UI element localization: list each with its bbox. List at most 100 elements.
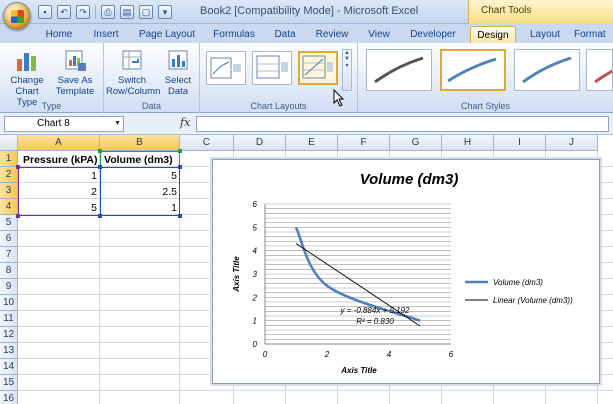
tab-page-layout[interactable]: Page Layout [134, 26, 200, 43]
tab-home[interactable]: Home [40, 26, 78, 43]
trendline-equation: y = -0.884x + 5.192 [340, 306, 410, 315]
insert-function-icon[interactable]: fx [180, 116, 190, 129]
row-header-6[interactable]: 6 [0, 231, 18, 247]
group-type-label: Type [41, 101, 62, 111]
column-header-f[interactable]: F [338, 135, 390, 151]
series-name-range [100, 151, 180, 168]
column-header-a[interactable]: A [18, 135, 100, 151]
column-header-e[interactable]: E [286, 135, 338, 151]
print-icon[interactable]: ⎙ [101, 5, 115, 19]
chart-style-4[interactable] [586, 49, 613, 91]
tab-review[interactable]: Review [310, 26, 354, 43]
group-data-label: Data [141, 101, 161, 111]
row-header-16[interactable]: 16 [0, 391, 18, 404]
chart-title: Volume (dm3) [360, 171, 459, 188]
select-all-corner[interactable] [0, 135, 18, 151]
chart-style-1[interactable] [366, 49, 432, 91]
switch-row-column-label: Switch Row/Column [106, 75, 161, 97]
x-tick-label: 4 [387, 350, 392, 359]
chart-layout-2[interactable] [252, 51, 292, 85]
name-box-dropdown-icon[interactable]: ▼ [114, 120, 121, 127]
ribbon-tabs: Home Insert Page Layout Formulas Data Re… [0, 24, 613, 43]
x-tick-label: 2 [324, 350, 330, 359]
tab-developer[interactable]: Developer [404, 26, 462, 43]
chart-style-3[interactable] [514, 49, 580, 91]
worksheet-grid[interactable]: ABCDEFGHIJ 1 2 3 4 5 6 7 8 9 10 11 12 13 14 15 16 Press… [0, 135, 613, 404]
group-data: Switch Row/Column Select Data Data [104, 43, 200, 113]
chart-svg: 0 1 2 3 4 5 6 0 2 4 6 Volume (dm3) Axis Title Axis Ti… [232, 171, 573, 375]
range-handle[interactable] [178, 214, 182, 218]
column-header-d[interactable]: D [234, 135, 286, 151]
new-document-icon[interactable]: ▢ [139, 5, 153, 19]
formula-input[interactable] [196, 116, 609, 132]
row-header-9[interactable]: 9 [0, 279, 18, 295]
y-tick-label: 4 [253, 247, 258, 256]
column-header-b[interactable]: B [100, 135, 180, 151]
office-button[interactable] [3, 2, 31, 30]
chart-tools-context-label: Chart Tools [468, 0, 613, 24]
name-box[interactable]: Chart 8 [4, 116, 124, 132]
row-header-2[interactable]: 2 [0, 167, 18, 183]
range-handle[interactable] [16, 214, 20, 218]
embedded-chart[interactable]: 0 1 2 3 4 5 6 0 2 4 6 Volume (dm3) Axis Title Axis Ti… [212, 159, 600, 384]
range-handle[interactable] [98, 214, 102, 218]
range-handle[interactable] [178, 149, 182, 153]
row-header-12[interactable]: 12 [0, 327, 18, 343]
change-chart-type-button[interactable]: Change Chart Type [4, 47, 50, 108]
undo-icon[interactable]: ↶ [57, 5, 71, 19]
customize-qat-icon[interactable]: ▾ [158, 5, 172, 19]
gridline [18, 390, 613, 391]
tab-format[interactable]: Format [570, 26, 613, 43]
chart-type-icon [14, 47, 40, 73]
column-header-g[interactable]: G [390, 135, 442, 151]
row-header-11[interactable]: 11 [0, 311, 18, 327]
formula-bar: Chart 8 ▼ fx [0, 113, 613, 135]
save-as-template-button[interactable]: Save As Template [52, 47, 98, 97]
column-header-h[interactable]: H [442, 135, 494, 151]
range-handle[interactable] [16, 165, 20, 169]
column-header-j[interactable]: J [546, 135, 598, 151]
tab-insert[interactable]: Insert [86, 26, 126, 43]
column-header-c[interactable]: C [180, 135, 234, 151]
chart-style-2-selected[interactable] [440, 49, 506, 91]
print-preview-icon[interactable]: ▤ [120, 5, 134, 19]
ribbon: Change Chart Type Save As Template Type … [0, 43, 613, 113]
row-header-13[interactable]: 13 [0, 343, 18, 359]
chart-layout-3-selected[interactable] [298, 51, 338, 85]
layouts-gallery-scroll[interactable]: ▲ ▼ ▾ [342, 49, 352, 91]
tab-design[interactable]: Design [470, 26, 516, 43]
tab-layout[interactable]: Layout [524, 26, 566, 43]
row-header-4[interactable]: 4 [0, 199, 18, 215]
x-values-range [18, 167, 101, 216]
save-icon[interactable]: ▪ [38, 5, 52, 19]
legend-label-linear: Linear (Volume (dm3)) [493, 296, 573, 305]
cell-a1[interactable]: Pressure (kPA) [19, 152, 99, 168]
quick-access-toolbar: ▪ ↶ ↷ ⎙ ▤ ▢ ▾ [38, 5, 172, 19]
tab-formulas[interactable]: Formulas [208, 26, 260, 43]
chart-tools-label: Chart Tools [481, 5, 532, 16]
row-header-15[interactable]: 15 [0, 375, 18, 391]
column-header-i[interactable]: I [494, 135, 546, 151]
tab-data[interactable]: Data [268, 26, 302, 43]
title-bar: ▪ ↶ ↷ ⎙ ▤ ▢ ▾ Book2 [Compatibility Mode]… [0, 0, 613, 30]
x-tick-label: 6 [449, 350, 454, 359]
chart-layout-1[interactable] [206, 51, 246, 85]
y-axis-title: Axis Title [232, 256, 241, 293]
group-type: Change Chart Type Save As Template Type [0, 43, 104, 113]
range-handle[interactable] [98, 149, 102, 153]
y-tick-label: 2 [252, 293, 258, 302]
switch-row-column-button[interactable]: Switch Row/Column [106, 47, 161, 97]
qat-separator [95, 5, 96, 19]
range-handle[interactable] [178, 165, 182, 169]
y-tick-label: 5 [253, 223, 258, 232]
tab-view[interactable]: View [362, 26, 396, 43]
row-header-8[interactable]: 8 [0, 263, 18, 279]
row-header-7[interactable]: 7 [0, 247, 18, 263]
row-header-14[interactable]: 14 [0, 359, 18, 375]
range-handle[interactable] [98, 165, 102, 169]
row-header-10[interactable]: 10 [0, 295, 18, 311]
row-header-3[interactable]: 3 [0, 183, 18, 199]
redo-icon[interactable]: ↷ [76, 5, 90, 19]
x-axis-title: Axis Title [340, 366, 377, 375]
select-data-button[interactable]: Select Data [158, 47, 198, 97]
